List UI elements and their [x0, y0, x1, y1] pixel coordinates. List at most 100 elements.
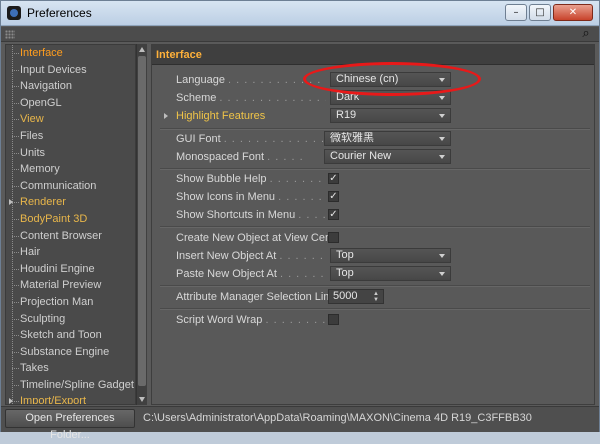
language-label: Language: [176, 74, 225, 86]
sidebar-scrollbar[interactable]: [136, 44, 147, 405]
icons-menu-label: Show Icons in Menu: [176, 191, 276, 203]
toolbar-strip: ⌕: [1, 27, 599, 42]
bubble-help-checkbox[interactable]: ✓: [328, 173, 339, 184]
sidebar-item-sculpting[interactable]: Sculpting: [6, 311, 135, 328]
bubble-help-label-wrap: Show Bubble Help . . . . . . . . . .: [176, 173, 326, 185]
mono-font-row: Monospaced Font . . . . . Courier New: [152, 148, 596, 166]
paste-at-label-wrap: Paste New Object At . . . . . . . . . .: [176, 268, 326, 280]
window-title: Preferences: [27, 6, 92, 20]
sidebar-item-material-preview[interactable]: Material Preview: [6, 277, 135, 294]
mono-font-value: Courier New: [330, 150, 392, 162]
chevron-down-icon: [439, 254, 445, 258]
sidebar-item-substance-engine[interactable]: Substance Engine: [6, 344, 135, 361]
shortcuts-menu-label-wrap: Show Shortcuts in Menu . . . .: [176, 209, 326, 221]
insert-at-dropdown[interactable]: Top: [330, 248, 451, 263]
sidebar-item-communication[interactable]: Communication: [6, 178, 135, 195]
gui-font-label: GUI Font: [176, 133, 221, 145]
window-controls: – □ ✕: [505, 4, 593, 21]
attr-limit-number-field[interactable]: 5000 ▲ ▼: [328, 289, 384, 304]
preferences-tree: Interface Input Devices Navigation OpenG…: [5, 44, 136, 405]
icons-menu-row: Show Icons in Menu . . . . . . ✓: [152, 188, 596, 206]
sidebar-item-units[interactable]: Units: [6, 145, 135, 162]
word-wrap-label-wrap: Script Word Wrap . . . . . . . . . . . .: [176, 314, 326, 326]
spinner-arrows-icon[interactable]: ▲ ▼: [373, 291, 380, 303]
sidebar-item-projection-man[interactable]: Projection Man: [6, 294, 135, 311]
chevron-down-icon: [439, 114, 445, 118]
insert-at-label: Insert New Object At: [176, 250, 277, 262]
preferences-path: C:\Users\Administrator\AppData\Roaming\M…: [143, 412, 532, 424]
sidebar-item-hair[interactable]: Hair: [6, 244, 135, 261]
separator: [160, 308, 590, 310]
sidebar-item-bodypaint-3d[interactable]: BodyPaint 3D: [6, 211, 135, 228]
insert-at-value: Top: [336, 249, 354, 261]
sidebar-item-import-export[interactable]: Import/Export: [6, 393, 135, 404]
scheme-label-wrap: Scheme . . . . . . . . . . . . . . . .: [176, 92, 326, 104]
icons-menu-label-wrap: Show Icons in Menu . . . . . .: [176, 191, 323, 203]
separator: [160, 285, 590, 287]
scheme-label: Scheme: [176, 92, 217, 104]
sidebar-item-view[interactable]: View: [6, 111, 135, 128]
close-button[interactable]: ✕: [553, 4, 593, 21]
sidebar-item-navigation[interactable]: Navigation: [6, 78, 135, 95]
attr-limit-value: 5000: [333, 290, 358, 302]
chevron-down-icon: [439, 272, 445, 276]
insert-at-label-wrap: Insert New Object At . . . . . . . .: [176, 250, 326, 262]
sidebar-item-memory[interactable]: Memory: [6, 161, 135, 178]
highlight-label: Highlight Features: [176, 110, 266, 122]
search-icon[interactable]: ⌕: [579, 27, 593, 41]
create-center-row: Create New Object at View Center: [152, 229, 596, 247]
highlight-value: R19: [336, 109, 357, 121]
highlight-row: Highlight Features R19: [152, 107, 596, 125]
attr-limit-row: Attribute Manager Selection Limit 5000 ▲…: [152, 288, 596, 306]
restore-button[interactable]: □: [529, 4, 551, 21]
expand-arrow-icon[interactable]: [164, 113, 168, 119]
paste-at-dropdown[interactable]: Top: [330, 266, 451, 281]
gui-font-row: GUI Font . . . . . . . . . . . . . 微软雅黑: [152, 130, 596, 148]
scrollbar-thumb[interactable]: [138, 56, 146, 386]
sidebar-item-renderer[interactable]: Renderer: [6, 194, 135, 211]
attr-limit-label: Attribute Manager Selection Limit: [176, 291, 328, 303]
cinema4d-app-icon: [7, 6, 21, 20]
shortcuts-menu-checkbox[interactable]: ✓: [328, 209, 339, 220]
mono-font-label: Monospaced Font: [176, 151, 265, 163]
gui-font-label-wrap: GUI Font . . . . . . . . . . . . .: [176, 133, 326, 145]
open-preferences-folder-button[interactable]: Open Preferences Folder...: [5, 409, 135, 441]
sidebar-item-takes[interactable]: Takes: [6, 360, 135, 377]
sidebar-item-opengl[interactable]: OpenGL: [6, 95, 135, 112]
grip-handle-icon[interactable]: [5, 30, 15, 39]
chevron-down-icon: [439, 96, 445, 100]
sidebar-item-input-devices[interactable]: Input Devices: [6, 62, 135, 79]
paste-at-value: Top: [336, 267, 354, 279]
word-wrap-row: Script Word Wrap . . . . . . . . . . . .: [152, 311, 596, 329]
title-bar: Preferences – □ ✕: [1, 1, 599, 26]
sidebar-item-timeline-spline-gadget[interactable]: Timeline/Spline Gadget: [6, 377, 135, 394]
create-center-checkbox[interactable]: [328, 232, 339, 243]
scroll-down-icon[interactable]: [139, 397, 145, 402]
preferences-window: Preferences – □ ✕ ⌕ Interface Input Devi…: [0, 0, 600, 441]
gui-font-dropdown[interactable]: 微软雅黑: [324, 131, 451, 146]
highlight-dropdown[interactable]: R19: [330, 108, 451, 123]
chevron-down-icon: [439, 137, 445, 141]
scroll-up-icon[interactable]: [139, 47, 145, 52]
footer-bar: Open Preferences Folder... C:\Users\Admi…: [1, 406, 599, 441]
sidebar-item-interface[interactable]: Interface: [6, 45, 135, 62]
paste-at-row: Paste New Object At . . . . . . . . . . …: [152, 265, 596, 283]
sidebar-item-files[interactable]: Files: [6, 128, 135, 145]
separator: [160, 226, 590, 228]
word-wrap-checkbox[interactable]: [328, 314, 339, 325]
sidebar-item-sketch-and-toon[interactable]: Sketch and Toon: [6, 327, 135, 344]
shortcuts-menu-label: Show Shortcuts in Menu: [176, 209, 296, 221]
mono-font-dropdown[interactable]: Courier New: [324, 149, 451, 164]
settings-panel: Interface Language . . . . . . . . . . .…: [151, 44, 595, 405]
annotation-highlight-ellipse: [303, 62, 481, 96]
shortcuts-menu-row: Show Shortcuts in Menu . . . . ✓: [152, 206, 596, 224]
bubble-help-row: Show Bubble Help . . . . . . . . . . ✓: [152, 170, 596, 188]
gui-font-value: 微软雅黑: [330, 132, 374, 144]
minimize-button[interactable]: –: [505, 4, 527, 21]
sidebar-item-houdini-engine[interactable]: Houdini Engine: [6, 261, 135, 278]
sidebar-item-content-browser[interactable]: Content Browser: [6, 228, 135, 245]
word-wrap-label: Script Word Wrap: [176, 314, 263, 326]
insert-at-row: Insert New Object At . . . . . . . . Top: [152, 247, 596, 265]
create-center-label: Create New Object at View Center: [176, 232, 328, 244]
icons-menu-checkbox[interactable]: ✓: [328, 191, 339, 202]
